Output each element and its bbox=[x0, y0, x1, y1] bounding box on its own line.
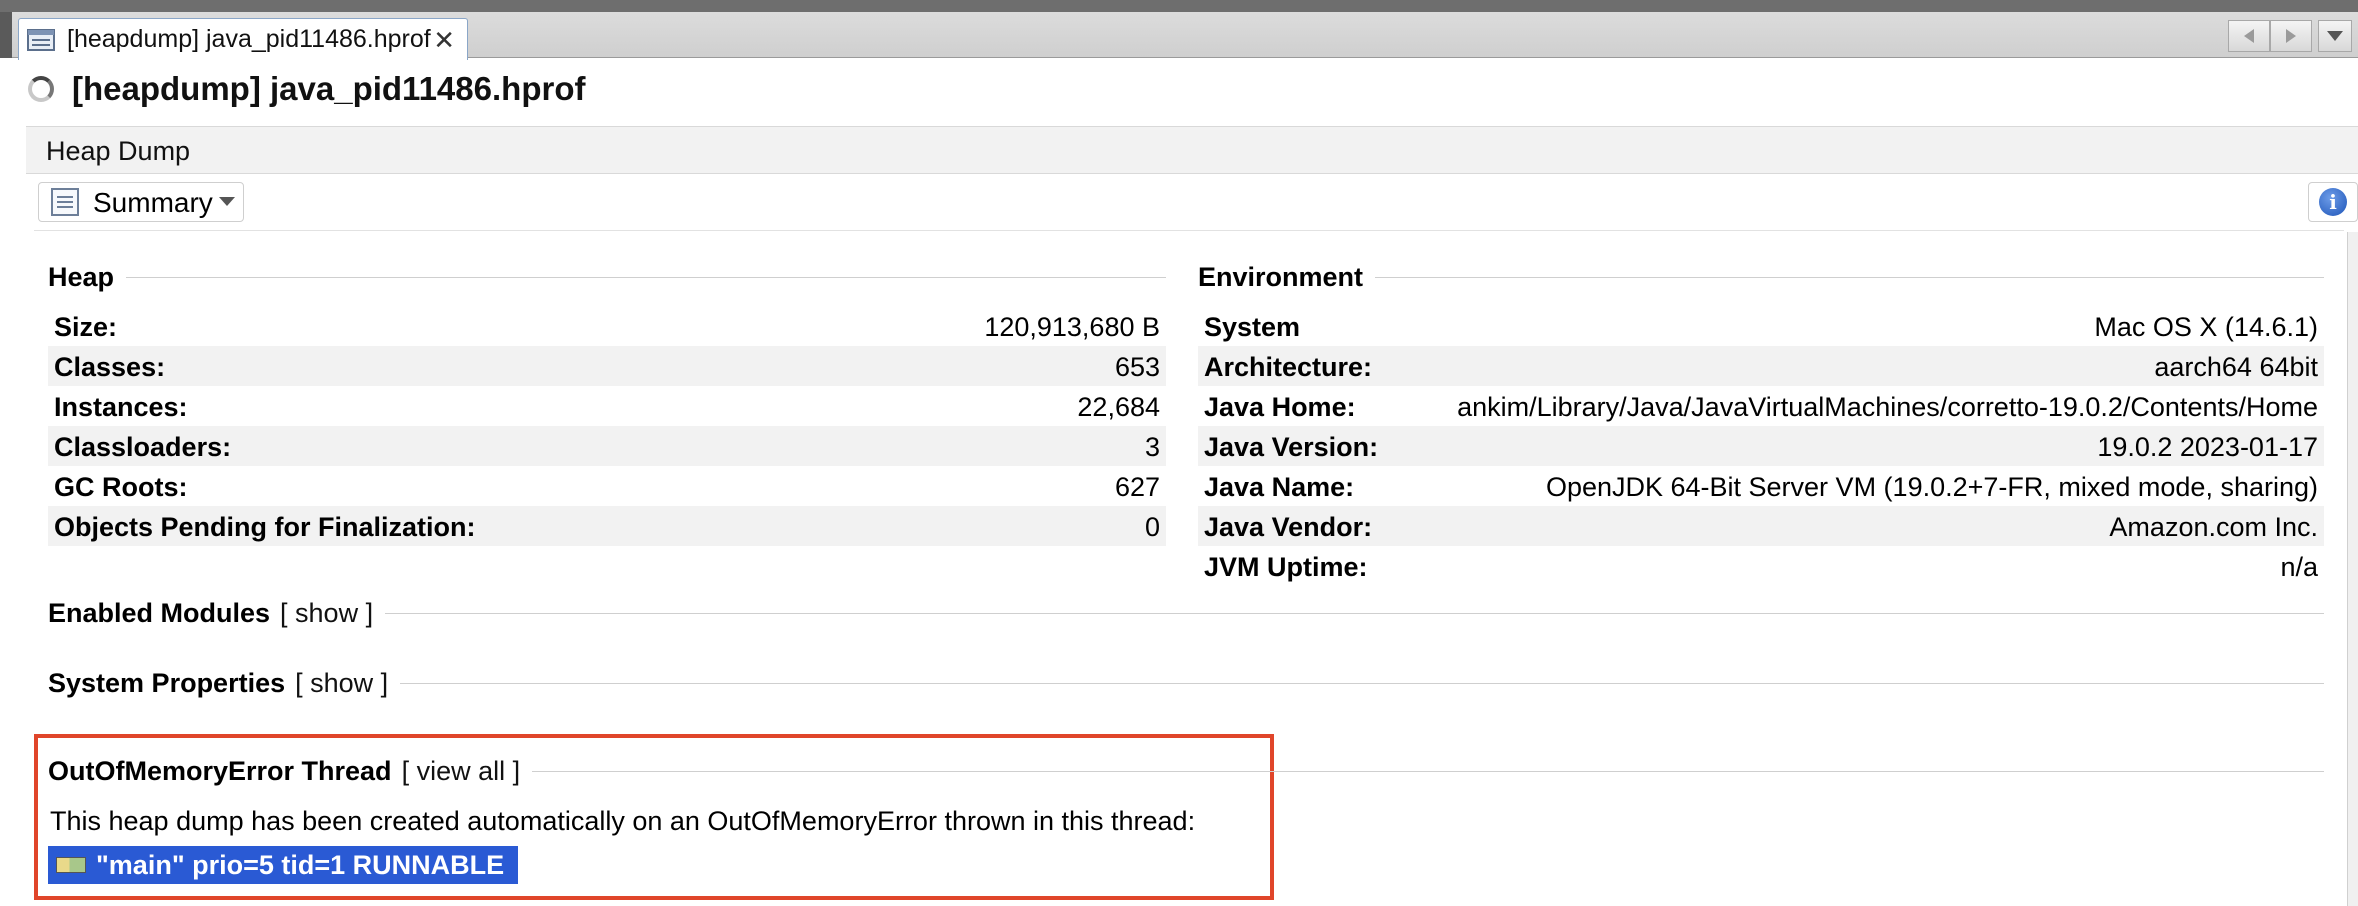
show-modules-link[interactable]: [ show ] bbox=[280, 598, 373, 629]
table-row: Size: 120,913,680 B bbox=[48, 306, 1166, 346]
row-value: 3 bbox=[1144, 432, 1160, 462]
scroll-tabs-right-button[interactable] bbox=[2270, 20, 2312, 52]
row-label: Objects Pending for Finalization: bbox=[54, 512, 476, 542]
section-rule bbox=[385, 613, 2324, 614]
row-value: 653 bbox=[1114, 352, 1160, 382]
enabled-modules-title: Enabled Modules bbox=[48, 598, 271, 628]
table-row: Classes: 653 bbox=[48, 346, 1166, 386]
show-system-properties-link[interactable]: [ show ] bbox=[295, 668, 388, 699]
environment-section-header: Environment bbox=[1198, 262, 2324, 293]
section-rule bbox=[532, 771, 2324, 772]
row-label: Java Vendor: bbox=[1204, 512, 1373, 542]
row-label: Architecture: bbox=[1204, 352, 1373, 382]
summary-view-icon bbox=[51, 188, 79, 216]
table-row: Objects Pending for Finalization: 0 bbox=[48, 506, 1166, 546]
oom-thread-title: OutOfMemoryError Thread bbox=[48, 756, 392, 786]
row-label: GC Roots: bbox=[54, 472, 188, 502]
tab-navigation bbox=[2228, 20, 2312, 52]
section-rule bbox=[126, 277, 1166, 278]
system-properties-section-header: System Properties [ show ] bbox=[48, 668, 2324, 699]
table-row: System Mac OS X (14.6.1) bbox=[1198, 306, 2324, 346]
row-label: Java Version: bbox=[1204, 432, 1379, 462]
row-value: aarch64 64bit bbox=[2154, 352, 2318, 382]
row-label: System bbox=[1204, 312, 1301, 342]
row-value: ankim/Library/Java/JavaVirtualMachines/c… bbox=[1457, 392, 2318, 422]
row-label: Size: bbox=[54, 312, 118, 342]
row-value: n/a bbox=[2280, 552, 2318, 582]
environment-table: System Mac OS X (14.6.1) Architecture: aar… bbox=[1198, 306, 2324, 586]
table-row: GC Roots: 627 bbox=[48, 466, 1166, 506]
row-label: Classloaders: bbox=[54, 432, 232, 462]
table-row: Instances: 22,684 bbox=[48, 386, 1166, 426]
table-row: Java Name: OpenJDK 64-Bit Server VM (19.0… bbox=[1198, 466, 2324, 506]
chevron-down-icon bbox=[219, 197, 235, 206]
row-value: Mac OS X (14.6.1) bbox=[2094, 312, 2318, 342]
heapdump-tab[interactable]: [heapdump] java_pid11486.hprof ✕ bbox=[18, 18, 468, 60]
view-all-threads-link[interactable]: [ view all ] bbox=[402, 756, 521, 787]
row-value: OpenJDK 64-Bit Server VM (19.0.2+7-FR, m… bbox=[1545, 472, 2318, 502]
subheader-label: Heap Dump bbox=[46, 136, 191, 166]
heap-section-header: Heap bbox=[48, 262, 1166, 293]
tab-strip-edge bbox=[0, 12, 12, 58]
view-selector-dropdown[interactable]: Summary bbox=[38, 182, 244, 222]
oom-thread-link[interactable]: "main" prio=5 tid=1 RUNNABLE bbox=[48, 846, 519, 884]
system-properties-title: System Properties bbox=[48, 668, 286, 698]
row-value: 627 bbox=[1114, 472, 1160, 502]
row-label: Classes: bbox=[54, 352, 166, 382]
page-title: [heapdump] java_pid11486.hprof bbox=[72, 70, 586, 107]
loading-spinner-icon bbox=[28, 76, 54, 102]
toolbar-divider bbox=[34, 230, 2344, 231]
table-row: Classloaders: 3 bbox=[48, 426, 1166, 466]
heap-dump-subheader: Heap Dump bbox=[26, 126, 2358, 174]
oom-thread-label: "main" prio=5 tid=1 RUNNABLE bbox=[96, 849, 505, 880]
heapdump-tab-icon bbox=[27, 28, 55, 51]
table-row: Java Home: ankim/Library/Java/JavaVirtual… bbox=[1198, 386, 2324, 426]
title-bar: [heapdump] java_pid11486.hprof bbox=[0, 58, 2358, 124]
chevron-right-icon bbox=[2286, 29, 2296, 43]
info-icon: i bbox=[2319, 188, 2347, 216]
row-label: Java Home: bbox=[1204, 392, 1356, 422]
row-value: 19.0.2 2023-01-17 bbox=[2097, 432, 2318, 462]
oom-description: This heap dump has been created automati… bbox=[50, 806, 1196, 836]
heap-section-title: Heap bbox=[48, 262, 115, 292]
info-button[interactable]: i bbox=[2308, 182, 2358, 222]
chevron-down-icon bbox=[2327, 31, 2343, 41]
heap-table: Size: 120,913,680 B Classes: 653 Instances… bbox=[48, 306, 1166, 546]
close-tab-icon[interactable]: ✕ bbox=[433, 25, 455, 56]
enabled-modules-section-header: Enabled Modules [ show ] bbox=[48, 598, 2324, 629]
editor-tab-strip: [heapdump] java_pid11486.hprof ✕ bbox=[0, 0, 2358, 60]
table-row: JVM Uptime: n/a bbox=[1198, 546, 2324, 586]
view-selector-label: Summary bbox=[93, 187, 213, 218]
row-value: 22,684 bbox=[1077, 392, 1160, 422]
table-row: Java Vendor: Amazon.com Inc. bbox=[1198, 506, 2324, 546]
row-label: Java Name: bbox=[1204, 472, 1355, 502]
table-row: Architecture: aarch64 64bit bbox=[1198, 346, 2324, 386]
row-label: Instances: bbox=[54, 392, 188, 422]
row-value: 120,913,680 B bbox=[984, 312, 1160, 342]
row-label: JVM Uptime: bbox=[1204, 552, 1368, 582]
scroll-tabs-left-button[interactable] bbox=[2228, 20, 2270, 52]
environment-section-title: Environment bbox=[1198, 262, 1364, 292]
thread-icon bbox=[56, 857, 86, 873]
oom-thread-section-header: OutOfMemoryError Thread [ view all ] bbox=[48, 756, 2324, 787]
section-rule bbox=[1375, 277, 2324, 278]
table-row: Java Version: 19.0.2 2023-01-17 bbox=[1198, 426, 2324, 466]
vertical-scrollbar[interactable] bbox=[2347, 232, 2358, 906]
row-value: Amazon.com Inc. bbox=[2109, 512, 2318, 542]
heapdump-tab-label: [heapdump] java_pid11486.hprof bbox=[67, 25, 431, 53]
row-value: 0 bbox=[1144, 512, 1160, 542]
section-rule bbox=[400, 683, 2324, 684]
tab-list-dropdown-button[interactable] bbox=[2318, 20, 2352, 52]
chevron-left-icon bbox=[2244, 29, 2254, 43]
